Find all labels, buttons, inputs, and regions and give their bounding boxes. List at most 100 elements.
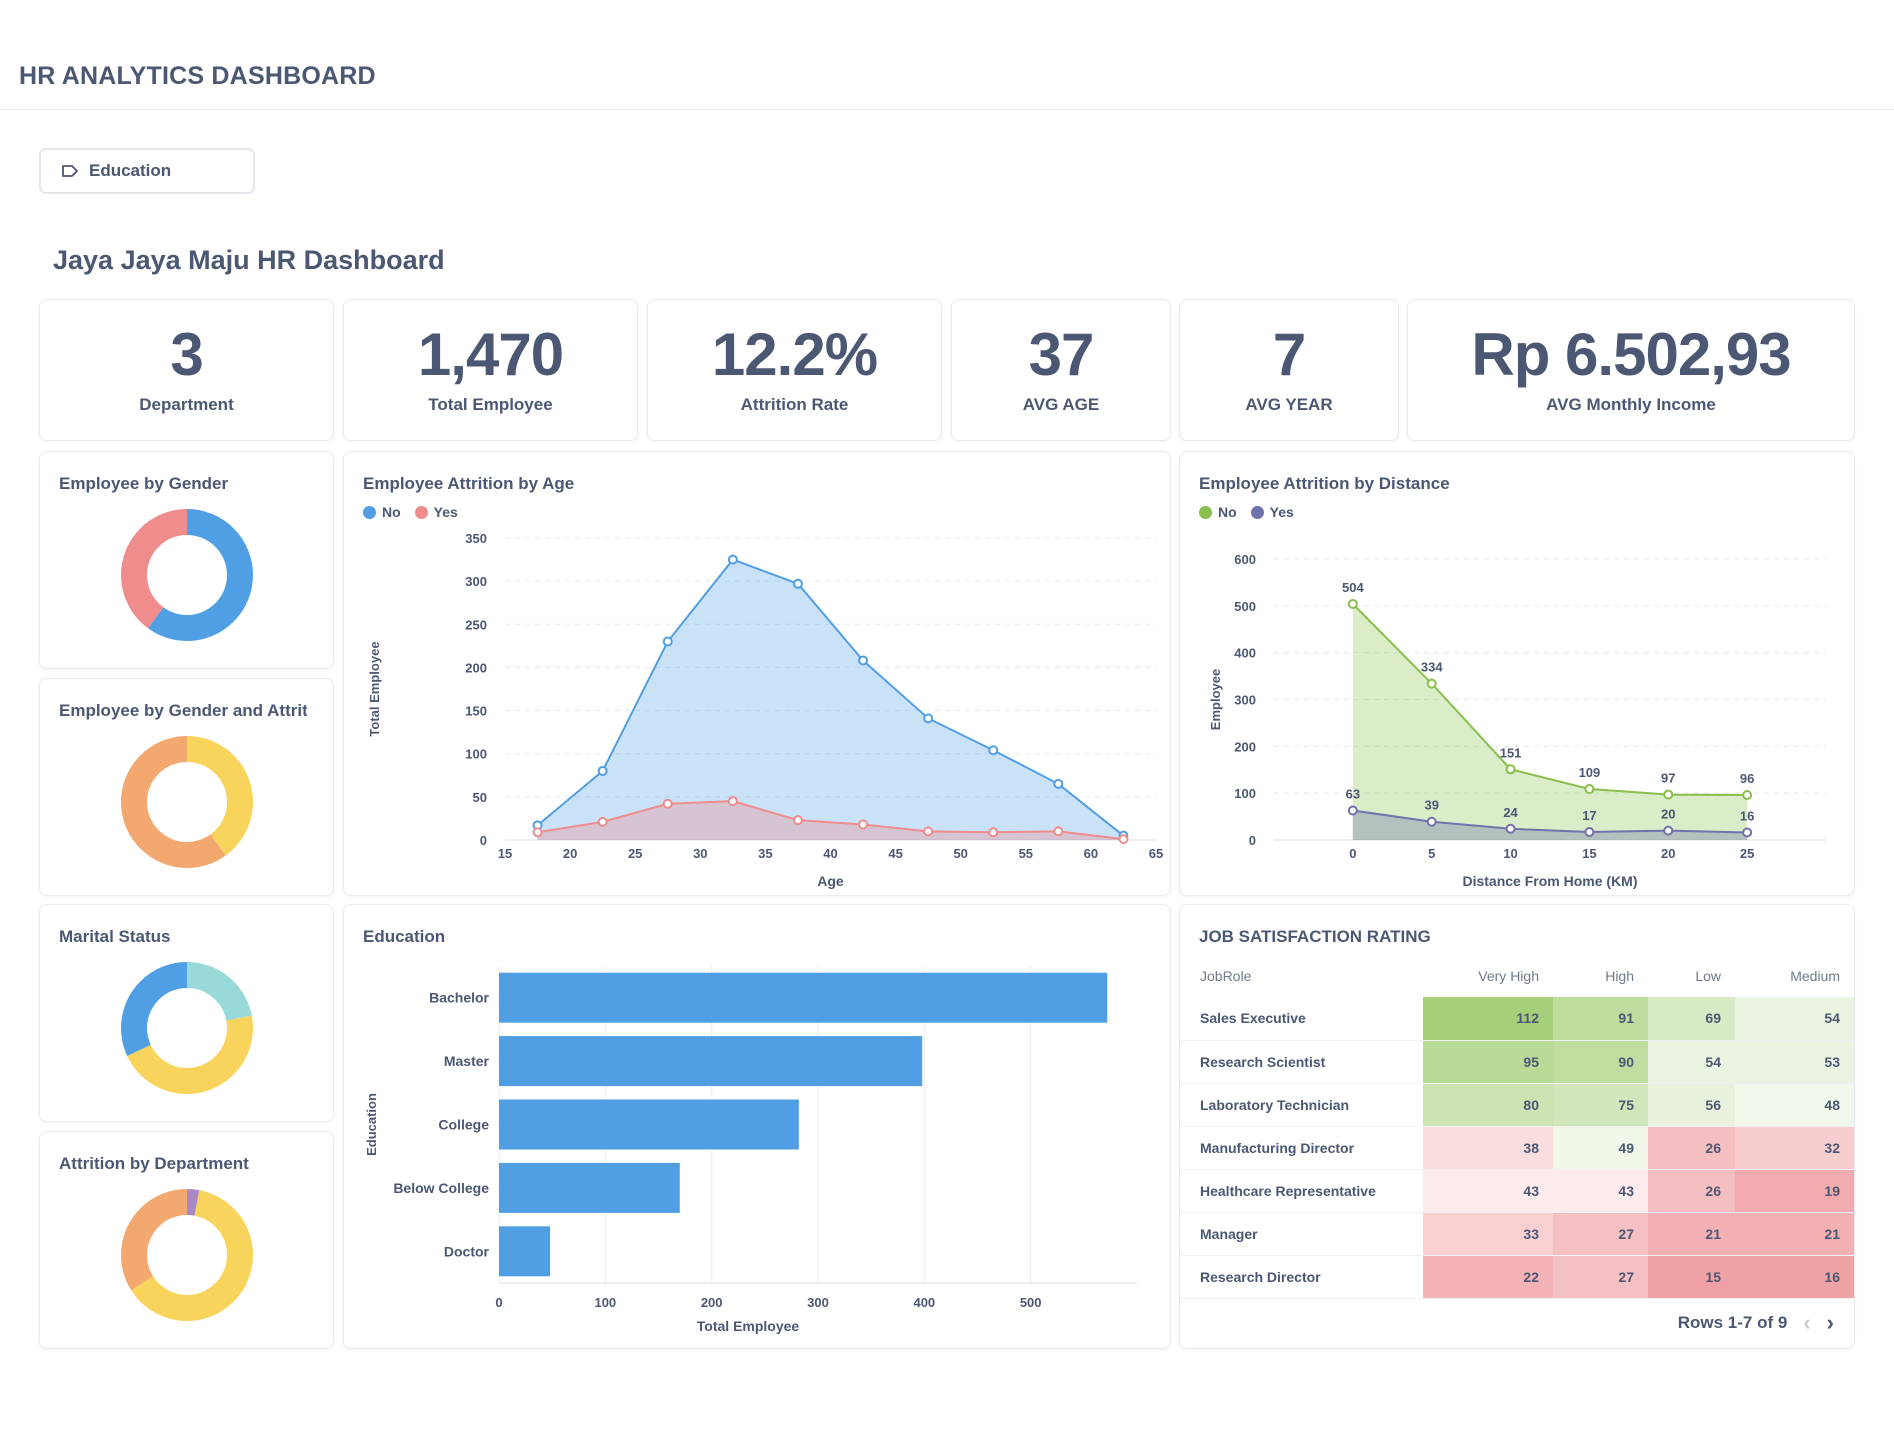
kpi-label: AVG Monthly Income xyxy=(1546,395,1716,414)
category-label: College xyxy=(438,1117,489,1133)
y-tick-label: 100 xyxy=(465,747,487,762)
data-point[interactable] xyxy=(727,796,738,807)
y-tick-label: 300 xyxy=(1234,693,1256,708)
column-header[interactable]: Low xyxy=(1648,955,1735,997)
table-row[interactable]: Manager 33 27 21 21 xyxy=(1180,1212,1854,1256)
table-cell: 49 xyxy=(1553,1126,1648,1170)
page-title: HR ANALYTICS DASHBOARD xyxy=(19,62,376,90)
x-tick-label: 10 xyxy=(1503,846,1517,861)
data-point[interactable] xyxy=(662,636,673,647)
data-point[interactable] xyxy=(858,819,869,830)
table-row[interactable]: Laboratory Technician 80 75 56 48 xyxy=(1180,1083,1854,1127)
card-attrition-by-distance[interactable]: Employee Attrition by Distance No Yes 01… xyxy=(1179,451,1855,896)
card-attrition-by-age[interactable]: Employee Attrition by Age No Yes 0 50 100 1… xyxy=(343,451,1171,896)
kpi-card-department[interactable]: 3 Department xyxy=(39,299,334,441)
data-point[interactable] xyxy=(988,827,999,838)
data-point[interactable] xyxy=(923,713,934,724)
column-header[interactable]: Medium xyxy=(1735,955,1854,997)
data-point[interactable] xyxy=(1426,678,1437,689)
card-marital-status[interactable]: Marital Status xyxy=(39,904,334,1122)
kpi-card-attrition-rate[interactable]: 12.2% Attrition Rate xyxy=(647,299,942,441)
table-cell: 80 xyxy=(1423,1083,1553,1127)
kpi-card-avg-monthly-income[interactable]: Rp 6.502,93 AVG Monthly Income xyxy=(1407,299,1855,441)
category-label: Doctor xyxy=(444,1243,490,1259)
data-point[interactable] xyxy=(1426,816,1437,827)
x-axis-label: Age xyxy=(817,873,844,889)
x-tick-label: 100 xyxy=(594,1295,616,1310)
data-point[interactable] xyxy=(1118,834,1129,845)
table-cell: 26 xyxy=(1648,1126,1735,1170)
data-point[interactable] xyxy=(1742,790,1753,801)
bar[interactable] xyxy=(499,1226,551,1277)
data-point[interactable] xyxy=(1505,764,1516,775)
data-point[interactable] xyxy=(923,826,934,837)
card-employee-by-gender-and-attrition[interactable]: Employee by Gender and Attrition xyxy=(39,678,334,896)
table-cell: 21 xyxy=(1648,1212,1735,1256)
chevron-right-icon[interactable]: › xyxy=(1827,1310,1834,1336)
data-point[interactable] xyxy=(1347,598,1358,609)
data-point[interactable] xyxy=(1663,825,1674,836)
card-education[interactable]: Education 0 100 200 300 400 500 Bachelor Master… xyxy=(343,904,1171,1349)
donut-chart-gender xyxy=(121,509,253,641)
data-point[interactable] xyxy=(1584,783,1595,794)
x-tick-label: 50 xyxy=(953,846,967,861)
job-role-cell: Manager xyxy=(1180,1212,1423,1256)
y-tick-label: 500 xyxy=(1234,599,1256,614)
card-employee-by-gender[interactable]: Employee by Gender xyxy=(39,451,334,669)
data-point[interactable] xyxy=(727,554,738,565)
y-tick-label: 350 xyxy=(465,531,487,546)
bar[interactable] xyxy=(499,972,1108,1023)
kpi-card-total-employee[interactable]: 1,470 Total Employee xyxy=(343,299,638,441)
header-bar: HR ANALYTICS DASHBOARD xyxy=(0,0,1894,110)
chevron-left-icon[interactable]: ‹ xyxy=(1803,1310,1810,1336)
table-cell: 54 xyxy=(1648,1040,1735,1084)
bar[interactable] xyxy=(499,1162,680,1213)
data-point[interactable] xyxy=(792,578,803,589)
table-row[interactable]: Research Scientist 95 90 54 53 xyxy=(1180,1040,1854,1084)
column-header[interactable]: JobRole xyxy=(1180,955,1423,997)
y-tick-label: 600 xyxy=(1234,552,1256,567)
bar[interactable] xyxy=(499,1036,923,1087)
kpi-card-avg-age[interactable]: 37 AVG AGE xyxy=(951,299,1171,441)
table-cell: 43 xyxy=(1553,1169,1648,1213)
kpi-value: 12.2% xyxy=(711,321,878,388)
kpi-card-avg-year[interactable]: 7 AVG YEAR xyxy=(1179,299,1399,441)
data-point[interactable] xyxy=(1505,823,1516,834)
job-role-cell: Manufacturing Director xyxy=(1180,1126,1423,1170)
data-point[interactable] xyxy=(1742,827,1753,838)
job-role-cell: Research Director xyxy=(1180,1255,1423,1299)
data-point[interactable] xyxy=(597,816,608,827)
job-role-cell: Research Scientist xyxy=(1180,1040,1423,1084)
column-header[interactable]: High xyxy=(1553,955,1648,997)
data-point[interactable] xyxy=(1053,778,1064,789)
data-point[interactable] xyxy=(1663,789,1674,800)
data-label: 334 xyxy=(1421,660,1443,675)
data-point[interactable] xyxy=(988,745,999,756)
data-point[interactable] xyxy=(662,798,673,809)
y-tick-label: 400 xyxy=(1234,646,1256,661)
kpi-value: 3 xyxy=(170,321,203,388)
data-point[interactable] xyxy=(597,765,608,776)
column-header[interactable]: Very High xyxy=(1423,955,1553,997)
table-row[interactable]: Healthcare Representative 43 43 26 19 xyxy=(1180,1169,1854,1213)
data-point[interactable] xyxy=(792,815,803,826)
x-tick-label: 45 xyxy=(888,846,902,861)
table-row[interactable]: Sales Executive 112 91 69 54 xyxy=(1180,997,1854,1041)
data-label: 20 xyxy=(1661,807,1675,822)
data-point[interactable] xyxy=(1584,827,1595,838)
table-row[interactable]: Research Director 22 27 15 16 xyxy=(1180,1255,1854,1299)
data-point[interactable] xyxy=(858,655,869,666)
table-row[interactable]: Manufacturing Director 38 49 26 32 xyxy=(1180,1126,1854,1170)
table-cell: 43 xyxy=(1423,1169,1553,1213)
donut-chart-gender-attrition xyxy=(121,736,253,868)
x-tick-label: 25 xyxy=(628,846,642,861)
card-attrition-by-department[interactable]: Attrition by Department xyxy=(39,1131,334,1349)
bar[interactable] xyxy=(499,1099,799,1150)
data-point[interactable] xyxy=(532,827,543,838)
filter-label: Education xyxy=(89,161,172,180)
education-filter-button[interactable]: Education xyxy=(39,148,255,194)
data-point[interactable] xyxy=(1347,805,1358,816)
table-cell: 54 xyxy=(1735,997,1854,1041)
card-job-satisfaction[interactable]: JOB SATISFACTION RATING JobRole Very High… xyxy=(1179,904,1855,1349)
data-point[interactable] xyxy=(1053,826,1064,837)
